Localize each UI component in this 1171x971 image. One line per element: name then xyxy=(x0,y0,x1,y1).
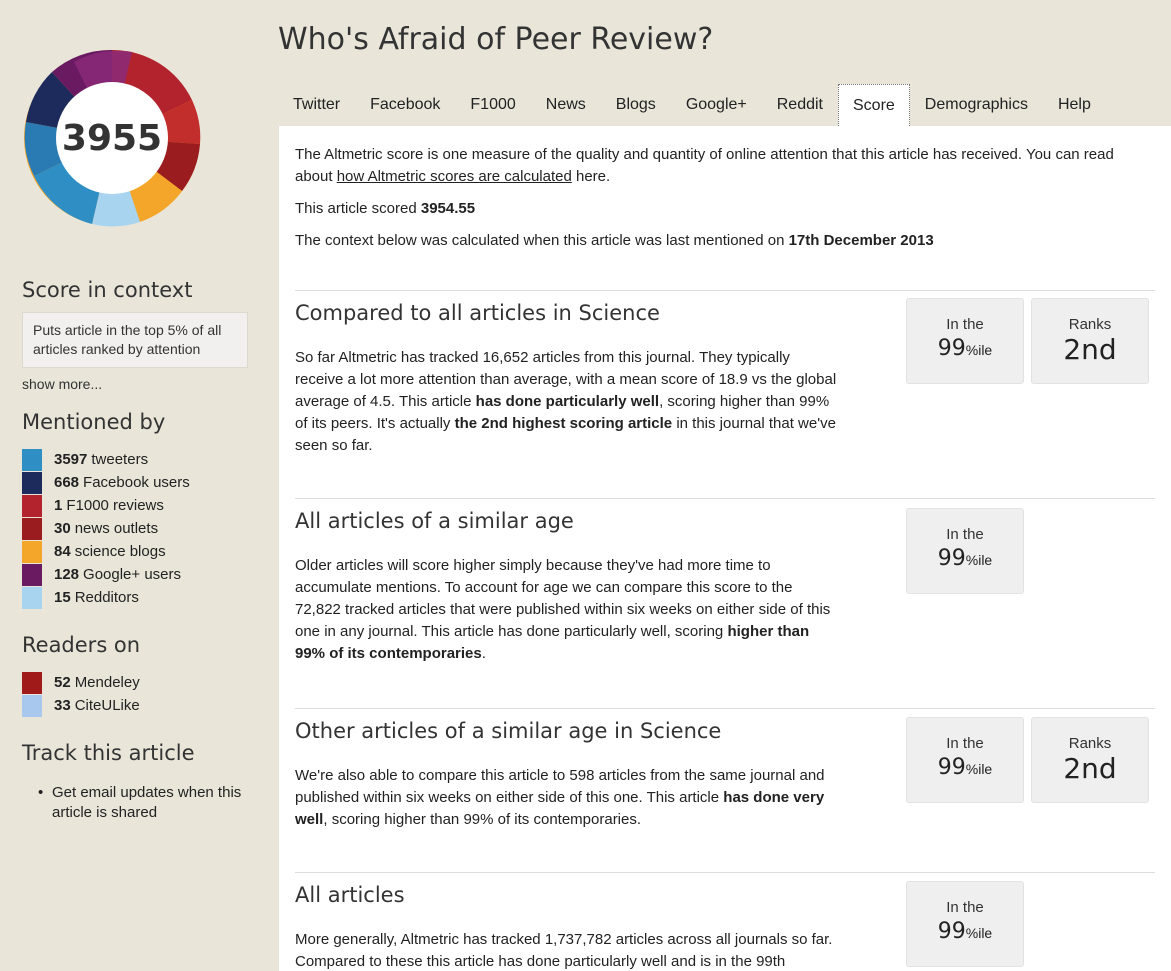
readers-on-heading: Readers on xyxy=(22,633,141,657)
mention-reddit[interactable]: 15 Redditors xyxy=(22,586,262,609)
tab-twitter[interactable]: Twitter xyxy=(278,84,355,126)
news-swatch-icon xyxy=(22,517,42,540)
score-line: This article scored 3954.55 xyxy=(295,200,476,217)
context-box: Puts article in the top 5% of all articl… xyxy=(22,312,248,368)
exact-score: 3954.55 xyxy=(420,200,476,217)
rank-box: Ranks 2nd xyxy=(1031,298,1149,384)
percentile-box: In the 99%ile xyxy=(906,881,1024,967)
section-all-in-journal: Compared to all articles in Science So f… xyxy=(295,290,1155,498)
sidebar: 3955 Score in context Puts article in th… xyxy=(22,18,262,821)
altmetric-donut[interactable]: 3955 xyxy=(22,18,202,258)
section-all-articles: All articles More generally, Altmetric h… xyxy=(295,872,1155,971)
mentioned-by-heading: Mentioned by xyxy=(22,410,166,434)
tab-bar: Twitter Facebook F1000 News Blogs Google… xyxy=(278,84,1106,126)
section-text: Older articles will score higher simply … xyxy=(295,557,831,662)
facebook-swatch-icon xyxy=(22,471,42,494)
section-heading: Compared to all articles in Science xyxy=(295,301,660,325)
section-text: We're also able to compare this article … xyxy=(295,767,825,828)
citeulike-swatch-icon xyxy=(22,694,42,717)
context-date: 17th December 2013 xyxy=(788,232,934,249)
email-updates-item[interactable]: Get email updates when this article is s… xyxy=(38,783,262,823)
percentile-box: In the 99%ile xyxy=(906,298,1024,384)
section-heading: All articles xyxy=(295,883,405,907)
how-scores-calculated-link[interactable]: how Altmetric scores are calculated xyxy=(337,168,572,185)
tab-blogs[interactable]: Blogs xyxy=(601,84,671,126)
percentile-box: In the 99%ile xyxy=(906,717,1024,803)
section-text: More generally, Altmetric has tracked 1,… xyxy=(295,931,833,970)
tab-demographics[interactable]: Demographics xyxy=(910,84,1043,126)
reddit-swatch-icon xyxy=(22,586,42,609)
mention-news[interactable]: 30 news outlets xyxy=(22,517,262,540)
mentioned-by-list: 3597 tweeters 668 Facebook users 1 F1000 re… xyxy=(22,448,262,609)
mention-f1000[interactable]: 1 F1000 reviews xyxy=(22,494,262,517)
section-similar-age: All articles of a similar age Older arti… xyxy=(295,498,1155,708)
reader-mendeley[interactable]: 52 Mendeley xyxy=(22,671,262,694)
section-text: So far Altmetric has tracked 16,652 arti… xyxy=(295,349,837,454)
score-intro: The Altmetric score is one measure of th… xyxy=(295,144,1155,262)
track-article-heading: Track this article xyxy=(22,741,195,765)
track-list: Get email updates when this article is s… xyxy=(22,783,262,823)
mention-facebook[interactable]: 668 Facebook users xyxy=(22,471,262,494)
reader-citeulike[interactable]: 33 CiteULike xyxy=(22,694,262,717)
tab-score[interactable]: Score xyxy=(838,84,910,126)
readers-list: 52 Mendeley 33 CiteULike xyxy=(22,671,262,717)
percentile-box: In the 99%ile xyxy=(906,508,1024,594)
rank-box: Ranks 2nd xyxy=(1031,717,1149,803)
googleplus-swatch-icon xyxy=(22,563,42,586)
tab-f1000[interactable]: F1000 xyxy=(455,84,530,126)
mention-googleplus[interactable]: 128 Google+ users xyxy=(22,563,262,586)
f1000-swatch-icon xyxy=(22,494,42,517)
context-date-line: The context below was calculated when th… xyxy=(295,232,934,249)
mention-blogs[interactable]: 84 science blogs xyxy=(22,540,262,563)
mendeley-swatch-icon xyxy=(22,671,42,694)
score-in-context-heading: Score in context xyxy=(22,278,193,302)
section-heading: All articles of a similar age xyxy=(295,509,574,533)
tab-googleplus[interactable]: Google+ xyxy=(671,84,762,126)
tab-facebook[interactable]: Facebook xyxy=(355,84,455,126)
tab-help[interactable]: Help xyxy=(1043,84,1106,126)
tab-news[interactable]: News xyxy=(531,84,601,126)
altmetric-score-number: 3955 xyxy=(61,118,163,159)
intro-paragraph: The Altmetric score is one measure of th… xyxy=(295,146,1114,185)
blogs-swatch-icon xyxy=(22,540,42,563)
section-similar-age-journal: Other articles of a similar age in Scien… xyxy=(295,708,1155,872)
score-panel: The Altmetric score is one measure of th… xyxy=(278,126,1171,971)
twitter-swatch-icon xyxy=(22,448,42,471)
section-heading: Other articles of a similar age in Scien… xyxy=(295,719,722,743)
tab-reddit[interactable]: Reddit xyxy=(762,84,838,126)
show-more-link[interactable]: show more... xyxy=(22,376,262,392)
page-title: Who's Afraid of Peer Review? xyxy=(278,22,714,57)
mention-tweeters[interactable]: 3597 tweeters xyxy=(22,448,262,471)
